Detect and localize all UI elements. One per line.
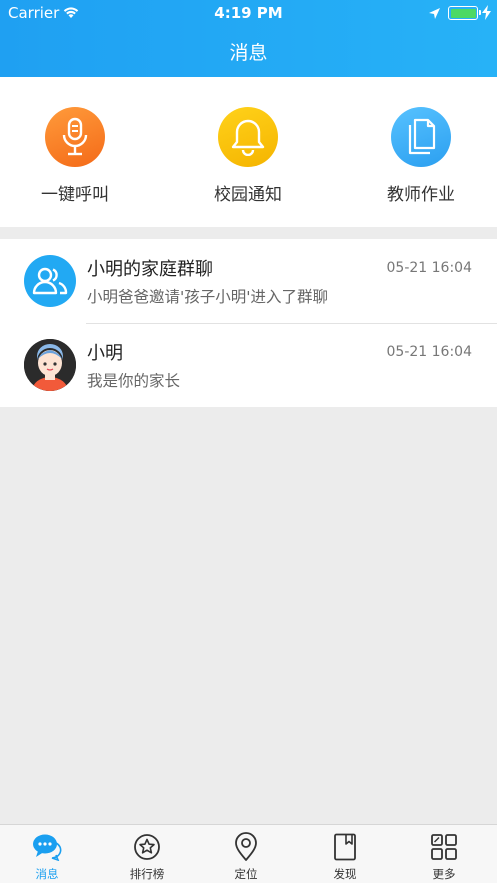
location-arrow-icon [428, 6, 441, 24]
message-list: 小明的家庭群聊 05-21 16:04 小明爸爸邀请'孩子小明'进入了群聊 小明… [0, 239, 497, 407]
message-title: 小明 [87, 343, 123, 364]
message-row-xiaoming[interactable]: 小明 05-21 16:04 我是你的家长 [0, 323, 497, 407]
status-time: 4:19 PM [214, 4, 283, 22]
tab-label: 消息 [35, 867, 59, 881]
campus-notice-button[interactable]: 校园通知 [183, 107, 313, 205]
quick-action-label: 教师作业 [387, 185, 455, 205]
bell-icon [218, 107, 278, 167]
location-pin-icon [196, 832, 296, 862]
quick-action-label: 校园通知 [214, 185, 282, 205]
battery-icon [448, 6, 481, 20]
message-preview: 小明爸爸邀请'孩子小明'进入了群聊 [87, 288, 329, 306]
tab-messages[interactable]: 消息 [0, 832, 97, 882]
header: Carrier 4:19 PM 消息 [0, 0, 497, 77]
tab-discover[interactable]: 发现 [295, 832, 395, 882]
group-avatar-icon [24, 255, 76, 307]
message-title: 小明的家庭群聊 [87, 259, 213, 280]
message-time: 05-21 16:04 [386, 344, 472, 360]
microphone-icon [45, 107, 105, 167]
tab-bar: 消息 排行榜 定位 发现 更多 [0, 824, 497, 883]
tab-label: 更多 [432, 867, 456, 881]
status-bar: Carrier 4:19 PM [0, 0, 497, 26]
quick-action-label: 一键呼叫 [41, 185, 109, 205]
message-row-family-group[interactable]: 小明的家庭群聊 05-21 16:04 小明爸爸邀请'孩子小明'进入了群聊 [0, 239, 497, 323]
page-title: 消息 [229, 42, 268, 64]
message-time: 05-21 16:04 [386, 260, 472, 276]
tab-label: 发现 [333, 867, 357, 881]
one-key-call-button[interactable]: 一键呼叫 [10, 107, 140, 205]
charging-icon [482, 5, 491, 24]
bookmark-book-icon [295, 832, 395, 862]
star-badge-icon [97, 832, 197, 862]
message-preview: 我是你的家长 [87, 372, 181, 390]
tab-label: 排行榜 [129, 867, 165, 881]
quick-actions: 一键呼叫 校园通知 教师作业 [0, 77, 497, 227]
tab-more[interactable]: 更多 [394, 832, 494, 882]
child-avatar-icon [24, 339, 76, 391]
tab-location[interactable]: 定位 [196, 832, 296, 882]
grid-icon [394, 832, 494, 862]
tab-ranking[interactable]: 排行榜 [97, 832, 197, 882]
chat-bubble-icon [0, 832, 97, 862]
teacher-homework-button[interactable]: 教师作业 [356, 107, 486, 205]
tab-label: 定位 [234, 867, 258, 881]
document-icon [391, 107, 451, 167]
